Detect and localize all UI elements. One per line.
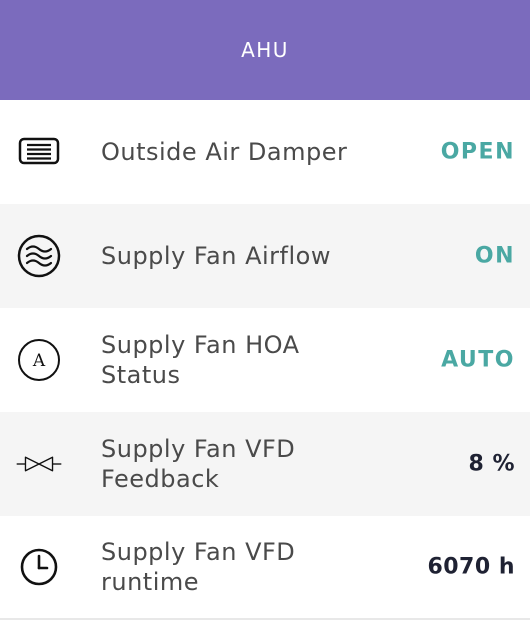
point-value-numeric: 6070 h <box>427 554 515 580</box>
ahu-panel: AHU Outside Air Damper OPEN Supply Fan A… <box>0 0 530 628</box>
point-label: Supply Fan Airflow <box>101 242 331 270</box>
point-value-status: OPEN <box>440 139 515 165</box>
damper-icon <box>16 129 62 175</box>
point-row-supply-fan-hoa-status[interactable]: A Supply Fan HOA Status AUTO <box>0 308 530 412</box>
point-row-supply-fan-airflow[interactable]: Supply Fan Airflow ON <box>0 204 530 308</box>
point-label: Outside Air Damper <box>101 138 348 166</box>
point-label: Supply Fan VFD runtime <box>101 538 296 596</box>
valve-icon <box>16 441 62 487</box>
header-bar: AHU <box>0 0 530 100</box>
point-value-status: ON <box>474 243 515 269</box>
point-value-status: AUTO <box>441 347 515 373</box>
svg-text:A: A <box>32 351 46 371</box>
point-label: Supply Fan VFD Feedback <box>101 435 296 493</box>
point-row-supply-fan-vfd-feedback[interactable]: Supply Fan VFD Feedback 8 % <box>0 412 530 516</box>
airflow-icon <box>16 233 62 279</box>
clock-icon <box>16 544 62 590</box>
point-row-supply-fan-vfd-runtime[interactable]: Supply Fan VFD runtime 6070 h <box>0 516 530 620</box>
page-title: AHU <box>241 38 289 62</box>
point-value-numeric: 8 % <box>468 451 515 477</box>
hoa-auto-icon: A <box>16 337 62 383</box>
point-row-outside-air-damper[interactable]: Outside Air Damper OPEN <box>0 100 530 204</box>
points-list: Outside Air Damper OPEN Supply Fan Airfl… <box>0 100 530 620</box>
point-label: Supply Fan HOA Status <box>101 331 300 389</box>
